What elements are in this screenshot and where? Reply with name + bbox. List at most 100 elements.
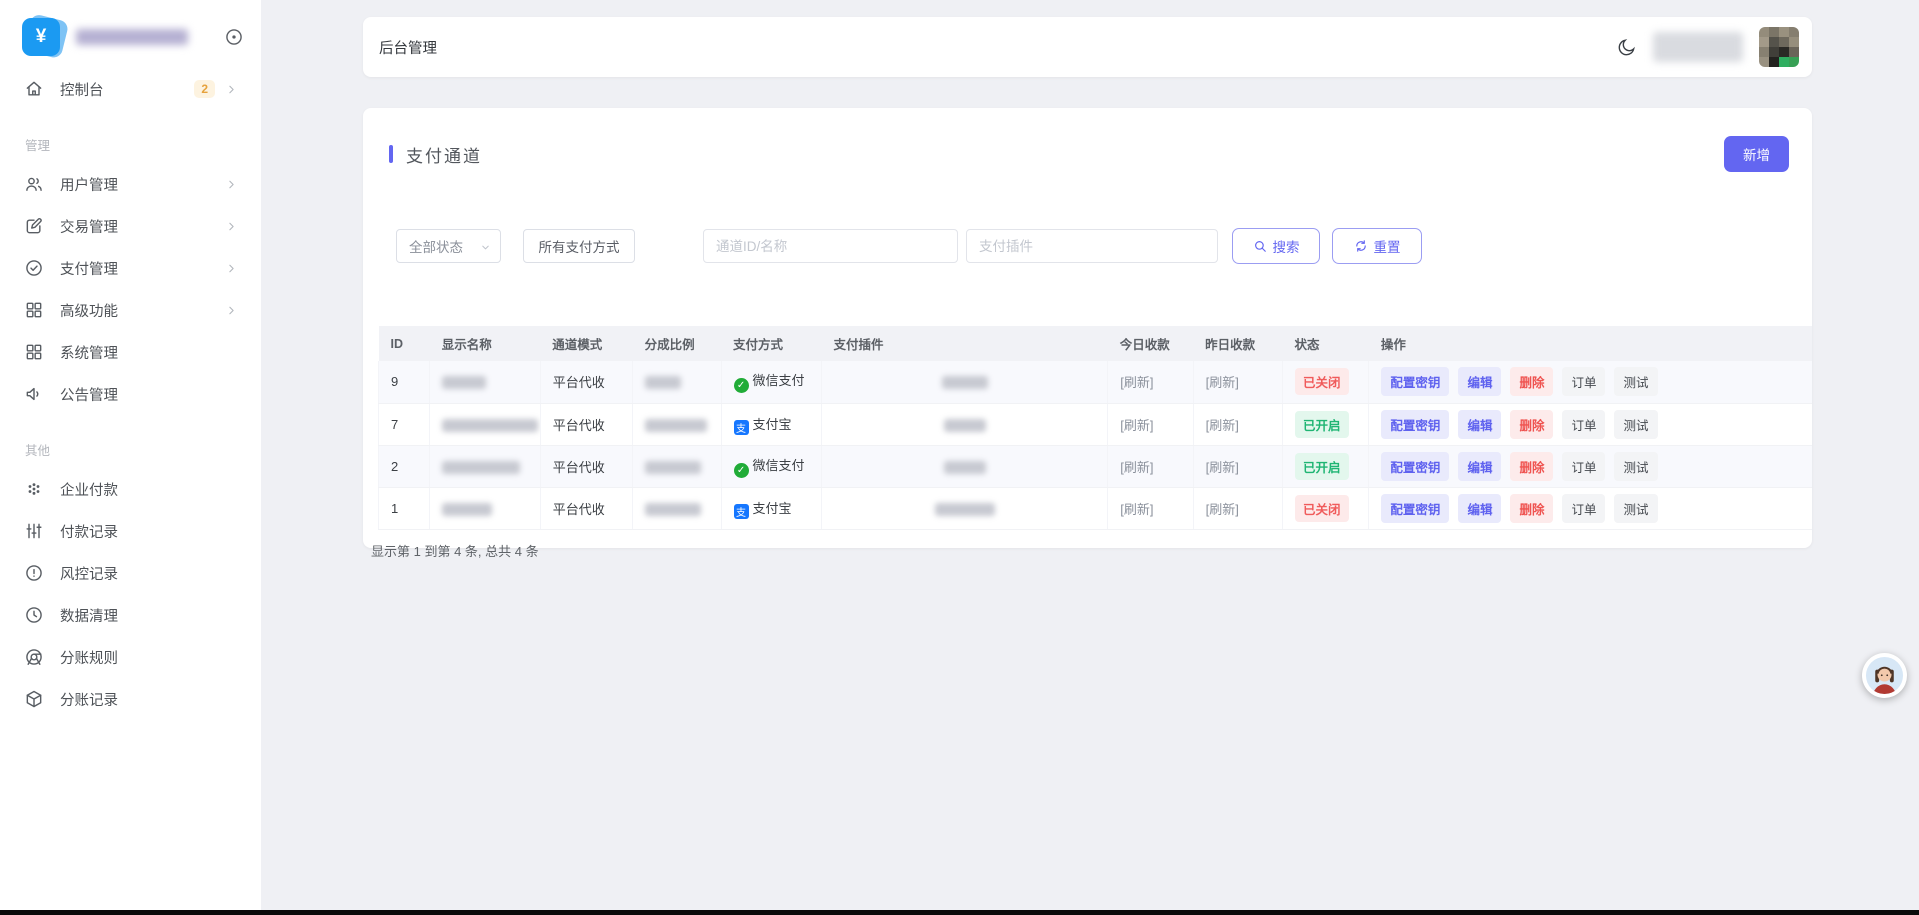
cell-payment-method: ✓微信支付 xyxy=(721,445,821,487)
sidebar-item-公告管理[interactable]: 公告管理 xyxy=(13,373,248,415)
avatar[interactable] xyxy=(1759,27,1799,67)
edit-button[interactable]: 编辑 xyxy=(1458,410,1501,439)
cell-channel-mode: 平台代收 xyxy=(540,487,632,529)
refresh-today-link[interactable]: [刷新] xyxy=(1120,418,1153,433)
panel-title: 支付通道 xyxy=(389,142,482,167)
sidebar-item-系统管理[interactable]: 系统管理 xyxy=(13,331,248,373)
cell-split-ratio xyxy=(633,403,721,445)
floating-assistant-avatar[interactable] xyxy=(1862,653,1907,698)
delete-button[interactable]: 删除 xyxy=(1510,452,1553,481)
test-button[interactable]: 测试 xyxy=(1614,367,1657,396)
cell-plugin xyxy=(821,361,1107,403)
sidebar-item-企业付款[interactable]: 企业付款 xyxy=(13,468,248,510)
order-button[interactable]: 订单 xyxy=(1562,494,1605,523)
edit-button[interactable]: 编辑 xyxy=(1458,494,1501,523)
edit-button[interactable]: 编辑 xyxy=(1458,452,1501,481)
order-button[interactable]: 订单 xyxy=(1562,410,1605,439)
status-badge: 已开启 xyxy=(1295,453,1349,480)
cell-yesterday-income: [刷新] xyxy=(1193,445,1282,487)
redacted-split-ratio xyxy=(645,503,701,516)
order-button[interactable]: 订单 xyxy=(1562,452,1605,481)
globe-icon xyxy=(24,647,44,667)
sidebar-item-支付管理[interactable]: 支付管理 xyxy=(13,247,248,289)
sidebar-item-分账记录[interactable]: 分账记录 xyxy=(13,678,248,720)
cell-status: 已开启 xyxy=(1283,445,1369,487)
cell-payment-method: 支支付宝 xyxy=(721,487,821,529)
cell-display-name xyxy=(430,445,541,487)
refresh-yesterday-link[interactable]: [刷新] xyxy=(1206,460,1239,475)
redacted-split-ratio xyxy=(645,376,681,389)
cell-id: 7 xyxy=(379,403,430,445)
chevron-right-icon xyxy=(225,262,238,275)
status-select[interactable]: 全部状态 xyxy=(396,229,501,263)
table-header-row: ID显示名称通道模式分成比例支付方式支付插件今日收款昨日收款状态操作 xyxy=(379,326,1813,361)
coins-icon xyxy=(24,479,44,499)
sidebar-item-label: 风控记录 xyxy=(60,563,118,584)
dark-mode-moon-icon[interactable] xyxy=(1616,37,1637,58)
sidebar-sections: 管理用户管理交易管理支付管理高级功能系统管理公告管理其他企业付款付款记录风控记录… xyxy=(13,135,248,720)
pagination-summary: 显示第 1 到第 4 条, 总共 4 条 xyxy=(371,541,1812,560)
sidebar-collapse-icon[interactable] xyxy=(224,27,244,47)
sidebar-item-label: 企业付款 xyxy=(60,479,118,500)
sidebar-item-数据清理[interactable]: 数据清理 xyxy=(13,594,248,636)
sidebar-item-付款记录[interactable]: 付款记录 xyxy=(13,510,248,552)
cell-status: 已开启 xyxy=(1283,403,1369,445)
refresh-yesterday-link[interactable]: [刷新] xyxy=(1206,375,1239,390)
payment-channel-panel: 支付通道 新增 全部状态 所有支付方式 搜索 重置 ID显示名称通道模式分 xyxy=(363,108,1812,548)
reset-button[interactable]: 重置 xyxy=(1332,228,1422,264)
test-button[interactable]: 测试 xyxy=(1614,452,1657,481)
refresh-today-link[interactable]: [刷新] xyxy=(1120,375,1153,390)
test-button[interactable]: 测试 xyxy=(1614,410,1657,439)
sidebar-item-高级功能[interactable]: 高级功能 xyxy=(13,289,248,331)
console-badge: 2 xyxy=(194,80,215,98)
refresh-today-link[interactable]: [刷新] xyxy=(1120,502,1153,517)
sidebar-item-label: 用户管理 xyxy=(60,174,118,195)
cube-icon xyxy=(24,689,44,709)
plugin-input[interactable] xyxy=(966,229,1218,263)
sidebar-item-console[interactable]: 控制台 2 xyxy=(13,68,248,110)
wechat-pay-icon: ✓ xyxy=(734,378,749,393)
search-button[interactable]: 搜索 xyxy=(1232,228,1320,264)
sidebar-item-label: 分账规则 xyxy=(60,647,118,668)
add-button[interactable]: 新增 xyxy=(1724,136,1789,172)
alipay-pay-icon: 支 xyxy=(734,420,749,435)
refresh-today-link[interactable]: [刷新] xyxy=(1120,460,1153,475)
cell-display-name xyxy=(430,361,541,403)
cell-channel-mode: 平台代收 xyxy=(540,403,632,445)
sidebar-item-分账规则[interactable]: 分账规则 xyxy=(13,636,248,678)
table-row: 7平台代收支支付宝[刷新][刷新]已开启配置密钥编辑删除订单测试 xyxy=(379,403,1813,445)
username-redacted[interactable] xyxy=(1653,32,1743,62)
refresh-yesterday-link[interactable]: [刷新] xyxy=(1206,418,1239,433)
edit-button[interactable]: 编辑 xyxy=(1458,367,1501,396)
cell-today-income: [刷新] xyxy=(1108,445,1193,487)
delete-button[interactable]: 删除 xyxy=(1510,367,1553,396)
configure-key-button[interactable]: 配置密钥 xyxy=(1381,494,1449,523)
configure-key-button[interactable]: 配置密钥 xyxy=(1381,410,1449,439)
yen-logo-icon: ¥ xyxy=(22,18,60,56)
test-button[interactable]: 测试 xyxy=(1614,494,1657,523)
sidebar-item-交易管理[interactable]: 交易管理 xyxy=(13,205,248,247)
payment-method-filter[interactable]: 所有支付方式 xyxy=(523,229,635,263)
sidebar-item-用户管理[interactable]: 用户管理 xyxy=(13,163,248,205)
cell-status: 已关闭 xyxy=(1283,361,1369,403)
delete-button[interactable]: 删除 xyxy=(1510,494,1553,523)
redacted-display-name xyxy=(442,503,492,516)
configure-key-button[interactable]: 配置密钥 xyxy=(1381,452,1449,481)
cell-today-income: [刷新] xyxy=(1108,487,1193,529)
status-select-value: 全部状态 xyxy=(409,236,463,256)
chevron-right-icon xyxy=(225,304,238,317)
order-button[interactable]: 订单 xyxy=(1562,367,1605,396)
configure-key-button[interactable]: 配置密钥 xyxy=(1381,367,1449,396)
cell-actions: 配置密钥编辑删除订单测试 xyxy=(1369,487,1812,529)
cell-id: 9 xyxy=(379,361,430,403)
redacted-split-ratio xyxy=(645,419,707,432)
delete-button[interactable]: 删除 xyxy=(1510,410,1553,439)
payment-method-label: 微信支付 xyxy=(753,373,805,388)
chevron-right-icon xyxy=(225,83,238,96)
cell-payment-method: ✓ 微信支付 xyxy=(721,361,821,403)
refresh-yesterday-link[interactable]: [刷新] xyxy=(1206,502,1239,517)
cell-channel-mode: 平台代收 xyxy=(540,361,632,403)
sidebar-item-风控记录[interactable]: 风控记录 xyxy=(13,552,248,594)
channel-id-input[interactable] xyxy=(703,229,958,263)
cell-yesterday-income: [刷新] xyxy=(1193,487,1282,529)
